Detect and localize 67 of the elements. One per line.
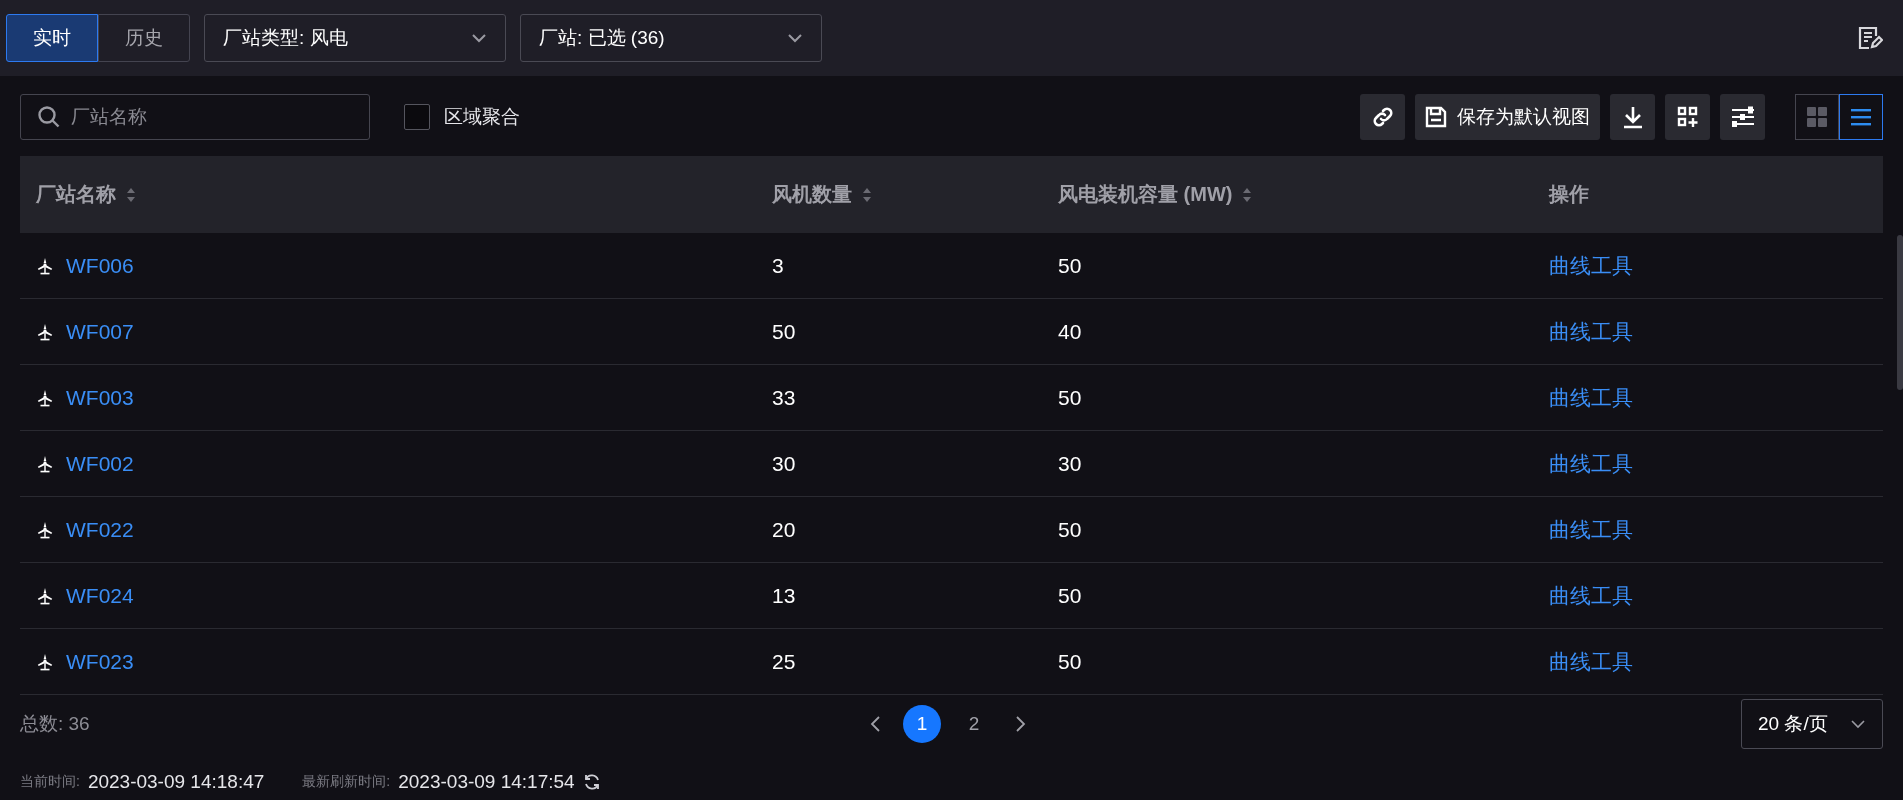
- station-link[interactable]: WF003: [66, 385, 134, 410]
- refresh-icon[interactable]: [582, 773, 601, 791]
- add-widget-button[interactable]: [1665, 94, 1710, 140]
- sliders-icon: [1730, 105, 1755, 129]
- checkbox[interactable]: [404, 104, 430, 130]
- sort-icon[interactable]: [862, 186, 872, 203]
- sort-icon[interactable]: [126, 186, 136, 203]
- mode-tab[interactable]: 实时: [6, 14, 98, 62]
- table-cell: 40: [1042, 298, 1533, 365]
- save-view-button[interactable]: 保存为默认视图: [1415, 94, 1600, 140]
- curve-tool-link[interactable]: 曲线工具: [1549, 253, 1633, 277]
- curve-tool-link[interactable]: 曲线工具: [1549, 451, 1633, 475]
- curve-tool-link[interactable]: 曲线工具: [1549, 649, 1633, 673]
- curve-tool-link[interactable]: 曲线工具: [1549, 385, 1633, 409]
- column-header[interactable]: 风机数量: [756, 156, 1042, 233]
- table-cell: 50: [1042, 562, 1533, 629]
- link-button[interactable]: [1360, 94, 1405, 140]
- page-number[interactable]: 1: [903, 705, 941, 743]
- list-view-toggle[interactable]: [1839, 94, 1883, 140]
- checkbox-label: 区域聚合: [444, 105, 520, 129]
- station-link[interactable]: WF002: [66, 451, 134, 476]
- current-time: 2023-03-09 14:18:47: [87, 771, 265, 793]
- total-count: 总数: 36: [20, 712, 91, 736]
- status-label: 最新刷新时间:: [302, 773, 391, 791]
- table-cell: 30: [1042, 430, 1533, 497]
- grid-icon: [1806, 106, 1828, 128]
- list-icon: [1850, 107, 1872, 127]
- table-cell: 13: [756, 562, 1042, 629]
- refresh-time: 2023-03-09 14:17:54: [398, 771, 575, 793]
- table-cell: 50: [1042, 628, 1533, 695]
- table-cell: 50: [1042, 496, 1533, 563]
- curve-tool-link[interactable]: 曲线工具: [1549, 319, 1633, 343]
- curve-tool-link[interactable]: 曲线工具: [1549, 583, 1633, 607]
- search-field[interactable]: 厂站名称: [20, 94, 370, 140]
- curve-tool-link[interactable]: 曲线工具: [1549, 517, 1633, 541]
- edit-document-icon[interactable]: [1857, 25, 1883, 51]
- station-link[interactable]: WF024: [66, 583, 134, 608]
- save-icon: [1425, 106, 1447, 128]
- station-link[interactable]: WF007: [66, 319, 134, 344]
- settings-button[interactable]: [1720, 94, 1765, 140]
- station-link[interactable]: WF006: [66, 253, 134, 278]
- grid-plus-icon: [1676, 106, 1699, 128]
- table-cell: 30: [756, 430, 1042, 497]
- column-header: 操作: [1533, 156, 1883, 233]
- table-cell: 33: [756, 364, 1042, 431]
- page-number[interactable]: 2: [955, 705, 993, 743]
- filter-dropdown[interactable]: 厂站: 已选 (36): [520, 14, 822, 62]
- station-link[interactable]: WF022: [66, 517, 134, 542]
- table-cell: 50: [1042, 364, 1533, 431]
- column-header[interactable]: 厂站名称: [20, 156, 756, 233]
- grid-view-toggle[interactable]: [1795, 94, 1839, 140]
- download-button[interactable]: [1610, 94, 1655, 140]
- status-label: 当前时间:: [20, 773, 80, 791]
- table-cell: 20: [756, 496, 1042, 563]
- column-header[interactable]: 风电装机容量 (MW): [1042, 156, 1533, 233]
- mode-tab[interactable]: 历史: [98, 14, 190, 62]
- table-cell: 25: [756, 628, 1042, 695]
- search-input[interactable]: 厂站名称: [71, 97, 353, 137]
- table-cell: 50: [1042, 233, 1533, 299]
- table-cell: 3: [756, 233, 1042, 299]
- filter-dropdown[interactable]: 厂站类型: 风电: [204, 14, 506, 62]
- page-size-dropdown[interactable]: 20 条/页: [1741, 699, 1883, 749]
- search-icon: [37, 105, 61, 129]
- station-link[interactable]: WF023: [66, 649, 134, 674]
- sort-icon[interactable]: [1242, 186, 1253, 203]
- scrollbar[interactable]: [1897, 235, 1903, 390]
- table-cell: 50: [756, 298, 1042, 365]
